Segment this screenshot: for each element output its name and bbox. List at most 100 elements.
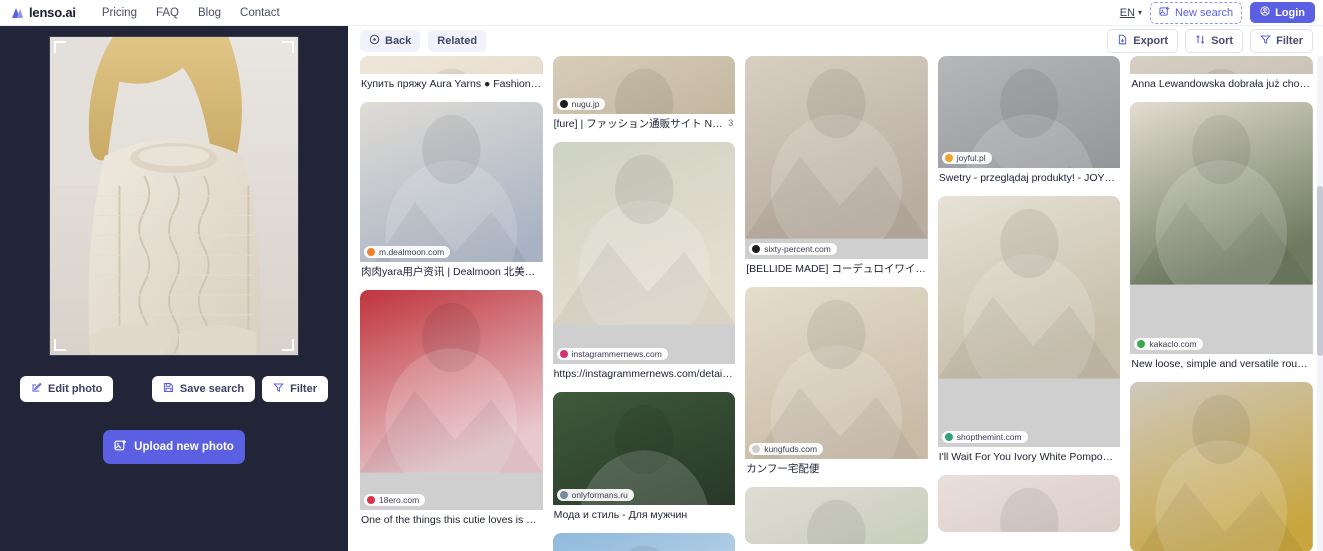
result-card[interactable] <box>1130 382 1313 551</box>
result-thumbnail[interactable]: kakaclo.com <box>1130 102 1313 354</box>
sort-button[interactable]: Sort <box>1185 29 1244 53</box>
result-caption: 肉肉yara用户资讯 | Dealmoon 北美省钱快报 <box>361 266 543 278</box>
result-thumbnail[interactable] <box>360 56 543 74</box>
result-source-chip[interactable]: 18ero.com <box>364 494 426 506</box>
nav-link-contact[interactable]: Contact <box>240 7 280 19</box>
crop-corner-icon[interactable] <box>54 339 66 351</box>
result-thumbnail[interactable]: 18ero.com <box>360 290 543 510</box>
save-search-button[interactable]: Save search <box>151 376 256 402</box>
thumbnail-image <box>1130 382 1313 551</box>
result-thumbnail[interactable] <box>1130 56 1313 74</box>
result-thumbnail[interactable] <box>1130 382 1313 551</box>
results-column: sixty-percent.com [BELLIDE MADE] コーデュロイワイ… <box>745 56 928 551</box>
result-card[interactable] <box>552 533 736 551</box>
result-caption: Swetry - przeglądaj produkty! - JOYFUL <box>938 172 1121 184</box>
thumbnail-image <box>1130 56 1313 74</box>
result-thumbnail[interactable]: instagrammernews.com <box>552 142 736 364</box>
thumbnail-image <box>552 142 736 325</box>
results-scrollbar-thumb[interactable] <box>1317 186 1323 356</box>
crop-corner-icon[interactable] <box>282 339 294 351</box>
export-button[interactable]: Export <box>1107 29 1179 53</box>
related-label: Related <box>437 35 478 47</box>
language-selector[interactable]: EN ▾ <box>1120 7 1142 19</box>
result-card[interactable]: sixty-percent.com [BELLIDE MADE] コーデュロイワイ… <box>745 56 928 277</box>
result-source-chip[interactable]: shopthemint.com <box>941 431 1028 443</box>
result-card[interactable]: Anna Lewandowska dobrała już choinkę na.… <box>1130 56 1313 92</box>
query-photo[interactable] <box>49 36 299 356</box>
edit-photo-button[interactable]: Edit photo <box>20 376 114 402</box>
result-card[interactable] <box>937 475 1121 532</box>
back-label: Back <box>385 35 412 47</box>
filter-button[interactable]: Filter <box>1250 29 1313 53</box>
crop-corner-icon[interactable] <box>282 41 294 53</box>
result-caption: [BELLIDE MADE] コーデュロイワイドパン... <box>746 263 928 275</box>
results-column: nugu.jp [fure] | ファッション通販サイト NUGU 3 instagr… <box>552 56 736 551</box>
result-card[interactable]: m.dealmoon.com 肉肉yara用户资讯 | Dealmoon 北美省钱… <box>360 102 543 280</box>
result-thumbnail[interactable]: shopthemint.com <box>937 196 1121 447</box>
result-source-chip[interactable]: onlyformans.ru <box>556 489 634 501</box>
brand-logo[interactable]: lenso.ai <box>10 5 76 20</box>
related-tab-button[interactable]: Related <box>428 30 487 52</box>
result-card[interactable]: onlyformans.ru Мода и стиль - Для мужчин <box>552 392 736 523</box>
result-count-badge: 3 <box>728 118 734 128</box>
sidebar-filter-button[interactable]: Filter <box>262 376 328 402</box>
back-button[interactable]: Back <box>360 30 421 52</box>
login-button[interactable]: Login <box>1250 2 1315 23</box>
upload-new-photo-button[interactable]: Upload new photo <box>103 430 245 464</box>
results-panel: Back Related Export Sort Filter Купить п… <box>348 26 1323 551</box>
result-source-chip[interactable]: kungfuds.com <box>749 443 824 455</box>
source-favicon-icon <box>944 154 953 162</box>
source-favicon-icon <box>559 491 568 499</box>
result-card[interactable]: kakaclo.com New loose, simple and versati… <box>1130 102 1313 372</box>
result-source-chip[interactable]: kakaclo.com <box>1134 338 1203 350</box>
result-caption-row: [BELLIDE MADE] コーデュロイワイドパン... <box>745 259 928 277</box>
result-card[interactable]: joyful.pl Swetry - przeglądaj produkty! -… <box>937 56 1121 186</box>
thumbnail-image <box>360 56 543 74</box>
result-card[interactable] <box>745 487 928 544</box>
result-card[interactable]: kungfuds.com カンフー宅配便 <box>745 287 928 477</box>
result-thumbnail[interactable]: nugu.jp <box>552 56 736 114</box>
source-favicon-icon <box>752 445 761 453</box>
source-favicon-icon <box>944 433 953 441</box>
result-caption: Мода и стиль - Для мужчин <box>553 509 688 521</box>
result-thumbnail[interactable]: onlyformans.ru <box>552 392 736 505</box>
result-thumbnail[interactable] <box>937 475 1121 532</box>
results-scrollbar-track[interactable] <box>1317 56 1323 551</box>
result-thumbnail[interactable] <box>552 533 736 551</box>
new-search-button[interactable]: New search <box>1149 1 1243 24</box>
result-caption-row: 肉肉yara用户资讯 | Dealmoon 北美省钱快报 <box>360 262 543 280</box>
nav-link-faq[interactable]: FAQ <box>156 7 179 19</box>
result-card[interactable]: instagrammernews.com https://instagrammer… <box>552 142 736 382</box>
funnel-icon <box>1260 34 1271 48</box>
result-thumbnail[interactable]: kungfuds.com <box>745 287 928 459</box>
result-source-domain: joyful.pl <box>956 153 986 163</box>
result-thumbnail[interactable]: sixty-percent.com <box>745 56 928 259</box>
result-caption: I'll Wait For You Ivory White Pompom Swe… <box>938 451 1121 463</box>
result-caption-row: [fure] | ファッション通販サイト NUGU 3 <box>553 114 736 132</box>
new-search-label: New search <box>1174 6 1234 19</box>
results-grid[interactable]: Купить пряжу Aura Yarns ● Fashion Eve...… <box>360 56 1313 551</box>
result-card[interactable]: shopthemint.com I'll Wait For You Ivory W… <box>937 196 1121 465</box>
result-card[interactable]: 18ero.com One of the things this cutie lo… <box>360 290 543 528</box>
result-thumbnail[interactable]: joyful.pl <box>937 56 1121 168</box>
result-thumbnail[interactable] <box>745 487 928 544</box>
result-card[interactable]: nugu.jp [fure] | ファッション通販サイト NUGU 3 <box>552 56 736 132</box>
crop-corner-icon[interactable] <box>54 41 66 53</box>
result-card[interactable]: Купить пряжу Aura Yarns ● Fashion Eve... <box>360 56 543 92</box>
nav-link-blog[interactable]: Blog <box>198 7 221 19</box>
result-caption: Anna Lewandowska dobrała już choinkę na.… <box>1131 78 1313 90</box>
top-navigation-bar: lenso.ai Pricing FAQ Blog Contact EN ▾ N… <box>0 0 1323 26</box>
result-source-domain: m.dealmoon.com <box>379 247 445 257</box>
result-source-chip[interactable]: nugu.jp <box>556 98 606 110</box>
edit-photo-label: Edit photo <box>48 383 103 395</box>
result-source-chip[interactable]: joyful.pl <box>941 152 992 164</box>
result-caption-row: One of the things this cutie loves is sh… <box>360 510 543 528</box>
result-source-chip[interactable]: m.dealmoon.com <box>364 246 451 258</box>
nav-link-pricing[interactable]: Pricing <box>102 7 137 19</box>
upload-new-photo-label: Upload new photo <box>134 441 234 453</box>
results-column: Купить пряжу Aura Yarns ● Fashion Eve...… <box>360 56 543 551</box>
result-source-chip[interactable]: instagrammernews.com <box>556 348 668 360</box>
result-thumbnail[interactable]: m.dealmoon.com <box>360 102 543 262</box>
source-favicon-icon <box>752 245 761 253</box>
result-source-chip[interactable]: sixty-percent.com <box>749 243 837 255</box>
